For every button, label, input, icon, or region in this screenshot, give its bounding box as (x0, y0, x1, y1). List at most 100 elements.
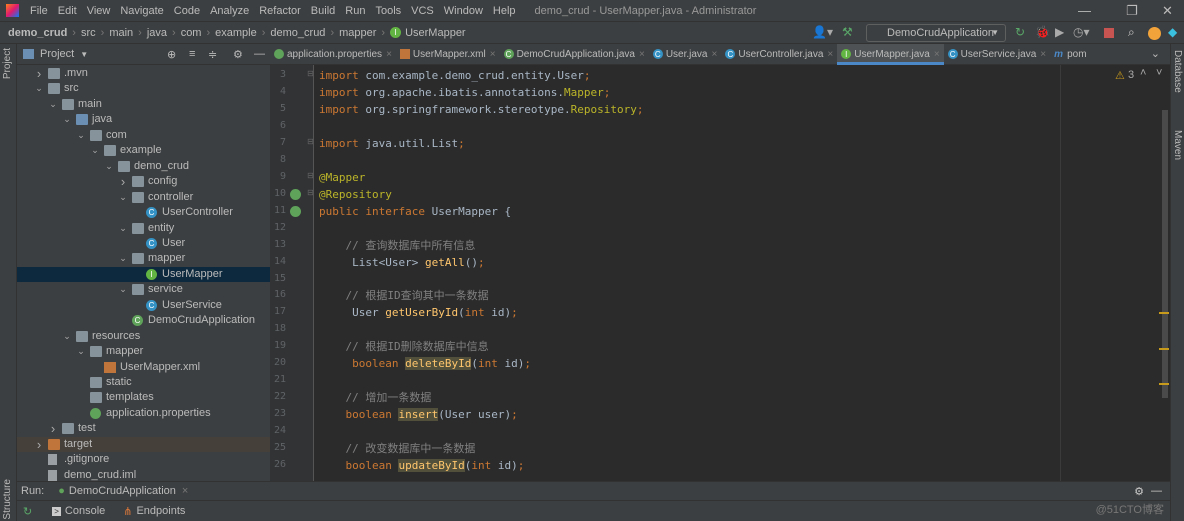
chevron-right-icon[interactable]: › (34, 437, 44, 452)
close-tab-icon[interactable]: × (1040, 49, 1046, 60)
user-icon[interactable]: 👤▾ (812, 25, 833, 39)
chevron-down-icon[interactable]: ⌄ (34, 81, 44, 96)
tree-item-java[interactable]: ⌄ java (17, 112, 270, 127)
chevron-down-icon[interactable]: ⌄ (48, 97, 58, 112)
run-configuration-select[interactable]: DemoCrudApplication ▼ (866, 24, 1006, 42)
fold-icon[interactable]: ⊟ (307, 69, 314, 78)
menu-window[interactable]: Window (439, 5, 488, 17)
chevron-right-icon[interactable]: › (48, 421, 58, 436)
close-tab-icon[interactable]: × (490, 49, 496, 60)
tree-item-example[interactable]: ⌄ example (17, 143, 270, 158)
menu-vcs[interactable]: VCS (406, 5, 439, 17)
tab-pom[interactable]: m pom (1050, 44, 1090, 64)
breadcrumb-item[interactable]: UserMapper (405, 27, 466, 39)
next-highlight-icon[interactable]: ˅ (1156, 67, 1162, 79)
warning-marker[interactable] (1159, 348, 1169, 350)
menu-code[interactable]: Code (169, 5, 205, 17)
collapse-all-icon[interactable]: ≑ (208, 48, 217, 61)
warning-marker[interactable] (1159, 383, 1169, 385)
menu-tools[interactable]: Tools (370, 5, 406, 17)
tree-item-config[interactable]: › config (17, 174, 270, 189)
maven-tool-button[interactable]: Maven (1172, 130, 1183, 160)
tab-usercontroller-java[interactable]: C UserController.java × (721, 44, 837, 64)
restore-button[interactable]: ❐ (1126, 3, 1138, 19)
coverage-icon[interactable]: ▶ (1055, 25, 1064, 39)
menu-help[interactable]: Help (488, 5, 521, 17)
build-hammer-icon[interactable]: ⚒ (842, 25, 853, 39)
tree-item-templates[interactable]: templates (17, 390, 270, 405)
debug-icon[interactable]: 🐞 (1035, 25, 1050, 39)
chevron-down-icon[interactable]: ⌄ (90, 143, 100, 158)
tree-item-user[interactable]: C User (17, 236, 270, 251)
tree-item-main[interactable]: ⌄ main (17, 97, 270, 112)
tree-item-usermapper[interactable]: I UserMapper (17, 266, 270, 282)
profile-icon[interactable]: ◷▾ (1073, 25, 1090, 39)
chevron-down-icon[interactable]: ⌄ (104, 159, 114, 174)
tab-usermapper-xml[interactable]: UserMapper.xml × (396, 44, 500, 64)
tree-item-resources[interactable]: ⌄ resources (17, 329, 270, 344)
tree-item-demo-crud[interactable]: ⌄ demo_crud (17, 159, 270, 174)
warning-icon[interactable]: ⚠ (1115, 69, 1125, 82)
close-tab-icon[interactable]: × (386, 49, 392, 60)
warning-marker[interactable] (1159, 312, 1169, 314)
menu-file[interactable]: File (25, 5, 53, 17)
gear-icon[interactable]: ⚙ (1134, 485, 1144, 498)
menu-analyze[interactable]: Analyze (205, 5, 254, 17)
breadcrumb-item[interactable]: demo_crud (8, 27, 67, 39)
close-tab-icon[interactable]: × (827, 49, 833, 60)
chevron-down-icon[interactable]: ⌄ (62, 329, 72, 344)
tree-item--mvn[interactable]: › .mvn (17, 66, 270, 81)
close-run-tab-icon[interactable]: × (182, 485, 188, 497)
breadcrumb-item[interactable]: main (109, 27, 133, 39)
chevron-down-icon[interactable]: ⌄ (118, 190, 128, 205)
chevron-down-icon[interactable]: ▼ (80, 50, 88, 59)
fold-icon[interactable]: ⊟ (307, 137, 314, 146)
menu-edit[interactable]: Edit (53, 5, 82, 17)
console-tab[interactable]: Console (65, 505, 105, 517)
database-tool-button[interactable]: Database (1172, 50, 1183, 93)
previous-highlight-icon[interactable]: ˄ (1140, 67, 1146, 79)
tab-democrudapplication-java[interactable]: C DemoCrudApplication.java × (500, 44, 649, 64)
menu-navigate[interactable]: Navigate (115, 5, 168, 17)
update-icon[interactable] (1148, 27, 1161, 40)
project-tool-button[interactable]: Project (2, 48, 13, 79)
implementation-icon[interactable] (290, 205, 301, 217)
expand-all-icon[interactable]: ≡ (189, 48, 195, 60)
tree-item-test[interactable]: › test (17, 421, 270, 436)
chevron-down-icon[interactable]: ⌄ (76, 128, 86, 143)
tree-item-userservice[interactable]: C UserService (17, 298, 270, 313)
chevron-right-icon[interactable]: › (118, 174, 128, 189)
tab-application-properties[interactable]: application.properties × (270, 44, 396, 64)
chevron-right-icon[interactable]: › (34, 66, 44, 81)
hide-icon[interactable]: — (254, 48, 265, 60)
breadcrumb-item[interactable]: example (215, 27, 257, 39)
project-view-select[interactable]: Project (40, 48, 74, 60)
plugin-icon[interactable]: ◆ (1168, 25, 1177, 39)
gear-icon[interactable]: ⚙ (233, 48, 243, 61)
breadcrumb-item[interactable]: src (81, 27, 96, 39)
breadcrumb-item[interactable]: mapper (339, 27, 376, 39)
spring-bean-icon[interactable] (290, 188, 301, 200)
stop-icon[interactable] (1104, 28, 1114, 38)
chevron-down-icon[interactable]: ⌄ (76, 344, 86, 359)
chevron-down-icon[interactable]: ⌄ (118, 251, 128, 266)
tree-item-demo-crud-iml[interactable]: demo_crud.iml (17, 468, 270, 481)
tree-item-entity[interactable]: ⌄ entity (17, 221, 270, 236)
close-tab-icon[interactable]: × (712, 49, 718, 60)
tree-item-service[interactable]: ⌄ service (17, 282, 270, 297)
tab-usermapper-java[interactable]: I UserMapper.java × (837, 44, 945, 65)
close-tab-icon[interactable]: × (639, 49, 645, 60)
tab-user-java[interactable]: C User.java × (649, 44, 722, 64)
menu-build[interactable]: Build (306, 5, 340, 17)
tree-item-src[interactable]: ⌄ src (17, 81, 270, 96)
close-tab-icon[interactable]: × (934, 49, 940, 60)
tree-item-mapper[interactable]: ⌄ mapper (17, 344, 270, 359)
endpoints-tab[interactable]: Endpoints (136, 505, 185, 517)
editor-scrollbar[interactable] (1162, 110, 1168, 398)
chevron-down-icon[interactable]: ⌄ (118, 221, 128, 236)
run-tab-demo-crud-application[interactable]: DemoCrudApplication (69, 485, 176, 497)
locate-icon[interactable]: ⊕ (167, 48, 176, 61)
fold-icon[interactable]: ⊟ (307, 171, 314, 180)
tree-item-application-properties[interactable]: application.properties (17, 406, 270, 421)
tree-item-usercontroller[interactable]: C UserController (17, 205, 270, 220)
